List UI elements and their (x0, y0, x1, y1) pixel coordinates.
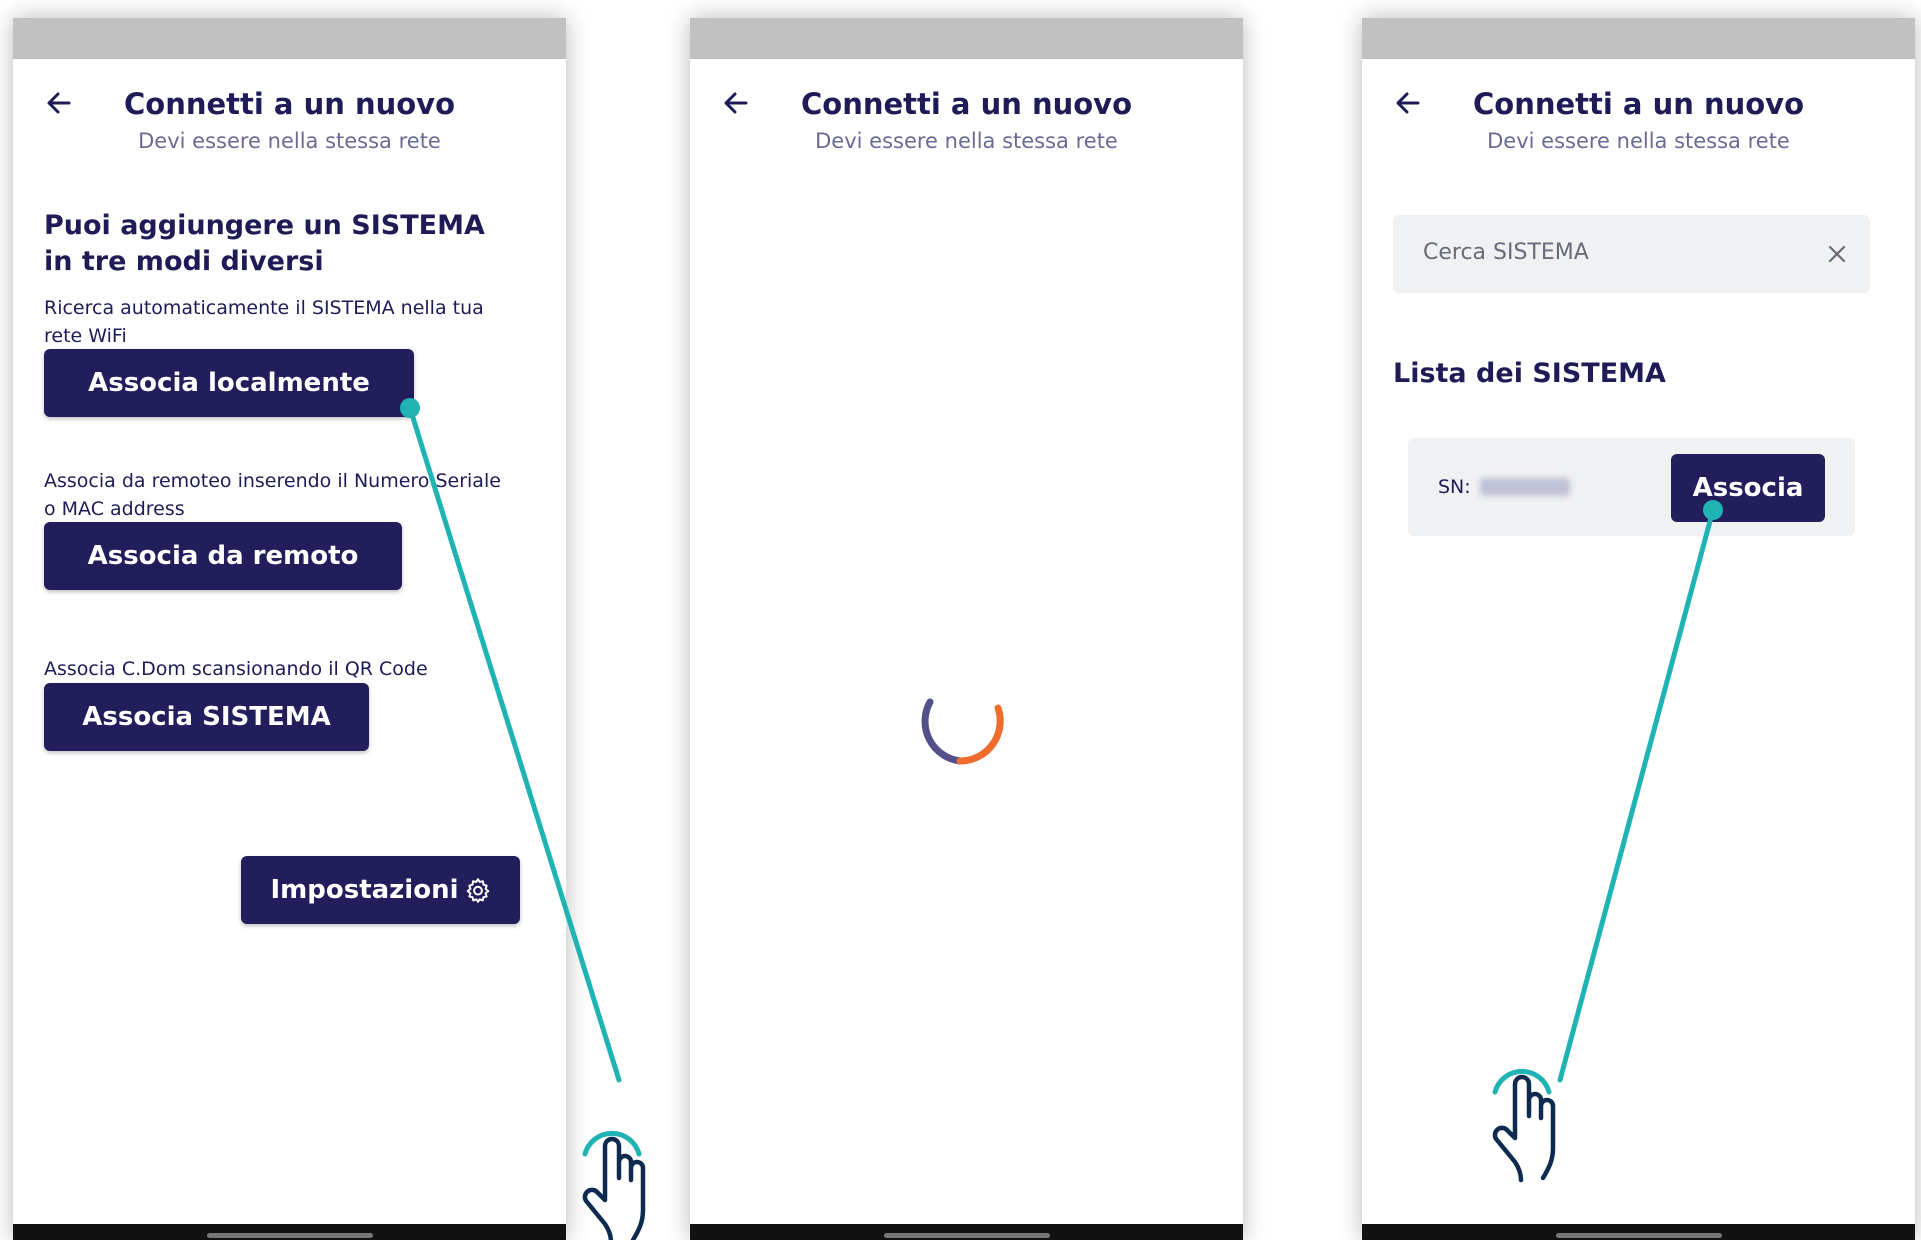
header-title: Connetti a un nuovo (800, 87, 1133, 121)
associate-button[interactable]: Associa (1671, 454, 1825, 522)
remote-description-line-1: Associa da remoteo inserendo il Numero S… (44, 470, 501, 492)
header-subtitle: Devi essere nella stessa rete (138, 129, 441, 153)
list-title: Lista dei SISTEMA (1393, 358, 1666, 389)
serial-number-value-blurred (1480, 478, 1570, 496)
associate-remote-button[interactable]: Associa da remoto (44, 522, 402, 590)
search-placeholder: Cerca SISTEMA (1423, 240, 1589, 265)
intro-title-line-2: in tre modi diversi (44, 246, 324, 277)
status-bar (690, 18, 1243, 59)
settings-button-label: Impostazioni (270, 875, 459, 905)
screen-add-options: Connetti a un nuovo Devi essere nella st… (13, 18, 566, 1240)
remote-description: Associa da remoteo inserendo il Numero S… (44, 467, 501, 523)
close-icon[interactable] (1826, 243, 1848, 265)
intro-title: Puoi aggiungere un SISTEMA in tre modi d… (44, 208, 485, 280)
device-card: SN: Associa (1408, 438, 1855, 536)
home-indicator[interactable] (206, 1233, 373, 1238)
remote-description-line-2: o MAC address (44, 498, 185, 520)
header-title: Connetti a un nuovo (123, 87, 456, 121)
screen-device-list: Connetti a un nuovo Devi essere nella st… (1362, 18, 1915, 1240)
screen-loading: Connetti a un nuovo Devi essere nella st… (690, 18, 1243, 1240)
home-indicator[interactable] (883, 1233, 1050, 1238)
local-description-line-1: Ricerca automaticamente il SISTEMA nella… (44, 297, 484, 319)
navigation-bar (1362, 1224, 1915, 1240)
home-indicator[interactable] (1555, 1233, 1722, 1238)
settings-button[interactable]: Impostazioni (241, 856, 520, 924)
serial-number-label: SN: (1438, 476, 1471, 498)
status-bar (1362, 18, 1915, 59)
spinner-icon (921, 698, 1004, 765)
qr-description: Associa C.Dom scansionando il QR Code (44, 658, 428, 680)
search-input[interactable]: Cerca SISTEMA (1393, 215, 1870, 293)
navigation-bar (690, 1224, 1243, 1240)
local-description: Ricerca automaticamente il SISTEMA nella… (44, 294, 484, 350)
header-subtitle: Devi essere nella stessa rete (1487, 129, 1790, 153)
gear-icon (466, 878, 489, 903)
status-bar (13, 18, 566, 59)
local-description-line-2: rete WiFi (44, 325, 127, 347)
intro-title-line-1: Puoi aggiungere un SISTEMA (44, 210, 485, 241)
header-title: Connetti a un nuovo (1472, 87, 1805, 121)
navigation-bar (13, 1224, 566, 1240)
hand-pointer-icon (582, 1130, 646, 1240)
header-subtitle: Devi essere nella stessa rete (815, 129, 1118, 153)
associate-locally-button[interactable]: Associa localmente (44, 349, 414, 417)
associate-system-button[interactable]: Associa SISTEMA (44, 683, 369, 751)
